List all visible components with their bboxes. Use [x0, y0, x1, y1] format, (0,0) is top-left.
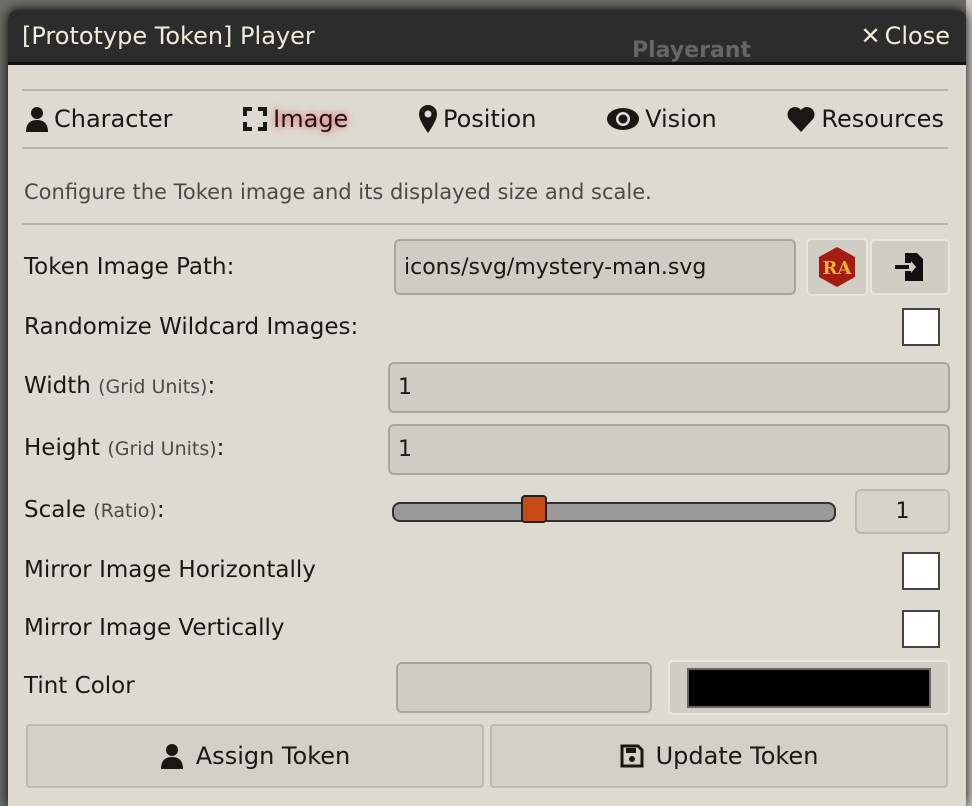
background	[966, 0, 972, 806]
scale-label: Scale (Ratio):	[24, 497, 165, 523]
token-config-dialog: [Prototype Token] Player ✕ Close Playeran…	[8, 10, 966, 806]
frame-icon	[243, 107, 268, 131]
tab-bar: Character Image Position Vision Resource…	[22, 89, 948, 149]
ra-logo-icon: RA	[819, 247, 855, 287]
user-icon	[26, 107, 48, 132]
scale-value[interactable]: 1	[855, 489, 950, 534]
tab-resources[interactable]: Resources	[787, 105, 944, 133]
height-label: Height (Grid Units):	[24, 435, 225, 461]
randomize-checkbox[interactable]	[902, 308, 940, 346]
scale-slider[interactable]	[392, 495, 836, 523]
svg-text:RA: RA	[823, 258, 853, 279]
window-header[interactable]: [Prototype Token] Player ✕ Close	[8, 10, 966, 65]
height-input[interactable]: 1	[388, 424, 950, 475]
randomize-label: Randomize Wildcard Images:	[24, 314, 359, 340]
save-icon	[620, 744, 644, 768]
width-input[interactable]: 1	[388, 362, 950, 413]
file-import-icon	[895, 253, 923, 281]
background-text: Playerant	[632, 38, 751, 63]
mirror-x-label: Mirror Image Horizontally	[24, 557, 316, 583]
heart-icon	[787, 107, 815, 132]
tab-character[interactable]: Character	[26, 105, 173, 133]
tab-position[interactable]: Position	[418, 105, 536, 133]
divider	[22, 223, 948, 225]
tint-label: Tint Color	[24, 673, 135, 699]
random-asset-button[interactable]: RA	[806, 238, 868, 296]
user-icon	[160, 744, 183, 769]
mirror-x-checkbox[interactable]	[902, 552, 940, 590]
scale-slider-thumb[interactable]	[521, 495, 547, 523]
mirror-y-checkbox[interactable]	[902, 610, 940, 648]
tint-color-swatch	[687, 667, 931, 708]
tint-color-picker[interactable]	[668, 660, 950, 715]
file-picker-button[interactable]	[870, 239, 950, 295]
tab-vision[interactable]: Vision	[607, 105, 717, 133]
width-label: Width (Grid Units):	[24, 373, 216, 399]
close-icon: ✕	[860, 22, 881, 50]
update-token-button[interactable]: Update Token	[490, 724, 948, 788]
image-path-input[interactable]: icons/svg/mystery-man.svg	[394, 239, 796, 295]
image-path-label: Token Image Path:	[24, 254, 235, 280]
close-button[interactable]: ✕ Close	[861, 22, 951, 50]
assign-token-button[interactable]: Assign Token	[26, 724, 484, 788]
mirror-y-label: Mirror Image Vertically	[24, 615, 285, 641]
tint-color-input[interactable]	[396, 662, 652, 713]
description: Configure the Token image and its displa…	[24, 180, 652, 204]
tab-image[interactable]: Image	[243, 105, 348, 133]
map-marker-icon	[418, 105, 437, 133]
window-title: [Prototype Token] Player	[22, 22, 315, 50]
eye-icon	[607, 108, 640, 130]
